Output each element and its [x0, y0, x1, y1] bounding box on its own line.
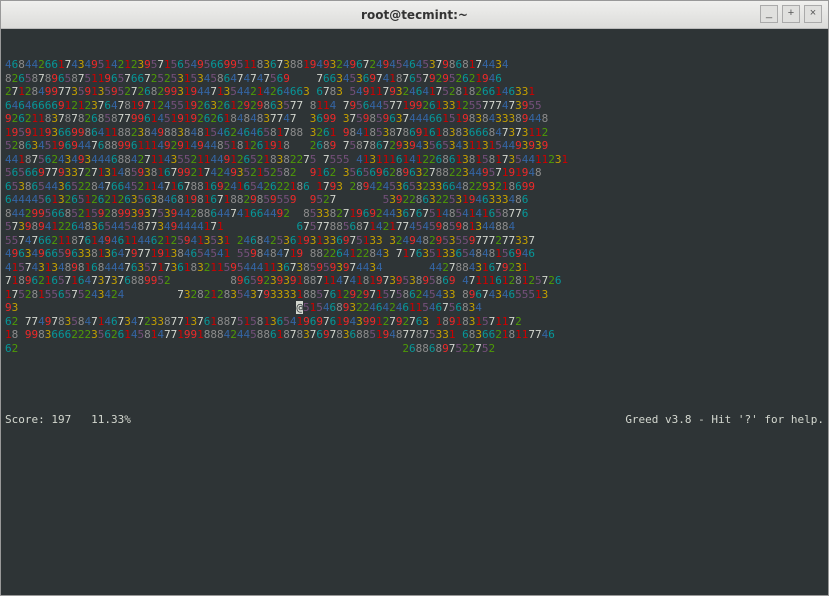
window-controls: _ + × [760, 5, 822, 23]
maximize-button[interactable]: + [782, 5, 800, 23]
close-button[interactable]: × [804, 5, 822, 23]
terminal-viewport[interactable]: 4684426617434951421239571565495669951183… [1, 29, 828, 595]
score-text: Score: 197 11.33% [5, 413, 131, 427]
status-line: Score: 197 11.33% Greed v3.8 - Hit '?' f… [5, 413, 824, 427]
titlebar[interactable]: root@tecmint:~ _ + × [1, 1, 828, 29]
help-text: Greed v3.8 - Hit '?' for help. [625, 413, 824, 427]
terminal-window: root@tecmint:~ _ + × 4684426617434951421… [0, 0, 829, 596]
minimize-button[interactable]: _ [760, 5, 778, 23]
window-title: root@tecmint:~ [361, 8, 468, 22]
game-grid: 4684426617434951421239571565495669951183… [5, 58, 824, 382]
